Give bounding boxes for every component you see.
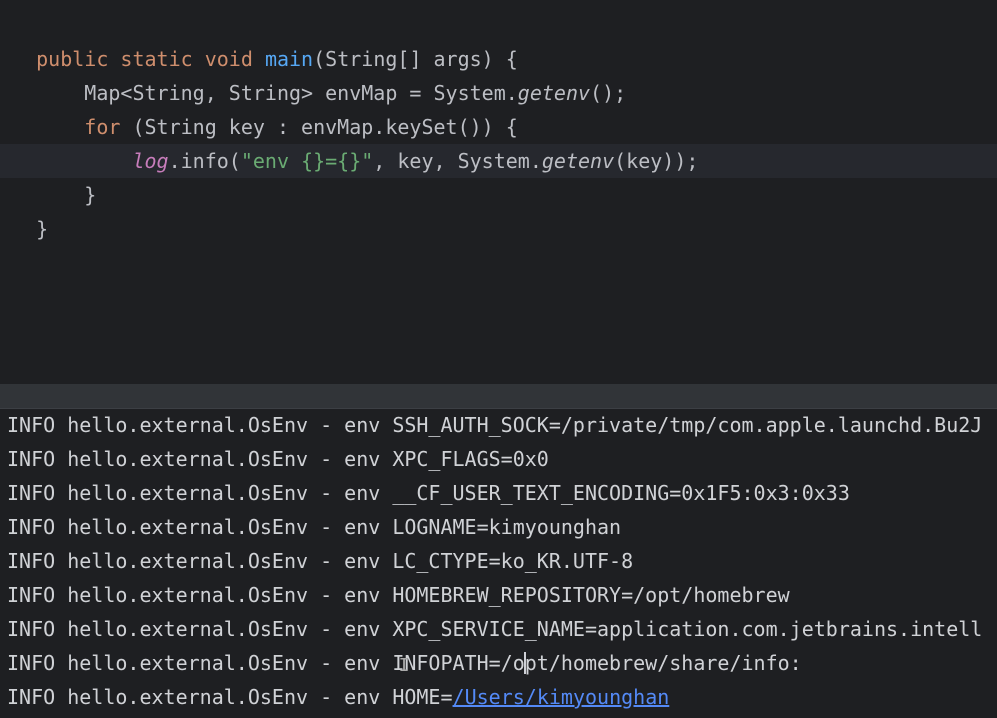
string-literal: "env {}={}": [240, 149, 374, 173]
static-call: getenv: [517, 81, 591, 105]
code-text: ();: [590, 81, 627, 105]
file-path-link[interactable]: /Users/kimyounghan: [453, 685, 670, 709]
log-message: LC_CTYPE=ko_KR.UTF-8: [392, 549, 634, 573]
code-editor[interactable]: public static void main(String[] args) {…: [0, 0, 997, 384]
log-message: INFOPATH=/o: [392, 651, 525, 675]
log-row: INFO hello.external.OsEnv - env HOMEBREW…: [7, 578, 790, 612]
code-text: (key));: [614, 149, 699, 173]
code-line-4-current[interactable]: log.info("env {}={}", key, System.getenv…: [0, 144, 997, 178]
code-line-6[interactable]: }: [0, 212, 997, 246]
log-message: LOGNAME=kimyounghan: [392, 515, 622, 539]
log-message: XPC_FLAGS=0x0: [392, 447, 549, 471]
log-message: pt/homebrew/share/info:: [524, 651, 802, 675]
log-row: INFO hello.external.OsEnv - env LOGNAME=…: [7, 510, 621, 544]
log-prefix: INFO hello.external.OsEnv - env: [7, 651, 393, 675]
code-text: .info(: [168, 149, 241, 173]
code-text: , key, System.: [373, 149, 542, 173]
keyword-static: static: [120, 47, 193, 71]
log-row: INFO hello.external.OsEnv - env LC_CTYPE…: [7, 544, 633, 578]
keyword-for: for: [84, 115, 121, 139]
log-row: INFO hello.external.OsEnv - env __CF_USE…: [7, 476, 850, 510]
log-message: XPC_SERVICE_NAME=application.com.jetbrai…: [392, 617, 983, 641]
log-prefix: INFO hello.external.OsEnv - env: [7, 617, 393, 641]
log-row: INFO hello.external.OsEnv - env XPC_FLAG…: [7, 442, 549, 476]
log-prefix: INFO hello.external.OsEnv - env: [7, 447, 393, 471]
code-line-1[interactable]: public static void main(String[] args) {: [0, 42, 997, 76]
log-prefix: INFO hello.external.OsEnv - env: [7, 685, 393, 709]
method-signature: (String[] args) {: [313, 47, 518, 71]
log-row: INFO hello.external.OsEnv - env XPC_SERV…: [7, 612, 982, 646]
log-prefix: INFO hello.external.OsEnv - env: [7, 583, 393, 607]
log-message: SSH_AUTH_SOCK=/private/tmp/com.apple.lau…: [392, 413, 983, 437]
method-name: main: [264, 47, 314, 71]
closing-brace: }: [84, 183, 97, 207]
code-text: Map<String, String> envMap = System.: [84, 81, 518, 105]
log-prefix: INFO hello.external.OsEnv - env: [7, 481, 393, 505]
keyword-void: void: [204, 47, 253, 71]
log-prefix: INFO hello.external.OsEnv - env: [7, 515, 393, 539]
code-line-2[interactable]: Map<String, String> envMap = System.gete…: [0, 76, 997, 110]
tool-window-splitter[interactable]: [0, 384, 997, 409]
keyword-public: public: [36, 47, 109, 71]
log-prefix: INFO hello.external.OsEnv - env: [7, 413, 393, 437]
closing-brace: }: [36, 217, 49, 241]
log-row: INFO hello.external.OsEnv - env HOME=/Us…: [7, 680, 669, 714]
log-prefix: INFO hello.external.OsEnv - env: [7, 549, 393, 573]
code-line-5[interactable]: }: [0, 178, 997, 212]
code-text: (String key : envMap.keySet()) {: [120, 115, 518, 139]
log-message: __CF_USER_TEXT_ENCODING=0x1F5:0x3:0x33: [392, 481, 850, 505]
log-message: HOMEBREW_REPOSITORY=/opt/homebrew: [392, 583, 790, 607]
log-message: HOME=: [392, 685, 453, 709]
static-call: getenv: [541, 149, 615, 173]
code-line-3[interactable]: for (String key : envMap.keySet()) {: [0, 110, 997, 144]
log-row: INFO hello.external.OsEnv - env SSH_AUTH…: [7, 408, 982, 442]
ibeam-cursor-icon: I: [398, 655, 410, 676]
log-field: log: [132, 149, 169, 173]
